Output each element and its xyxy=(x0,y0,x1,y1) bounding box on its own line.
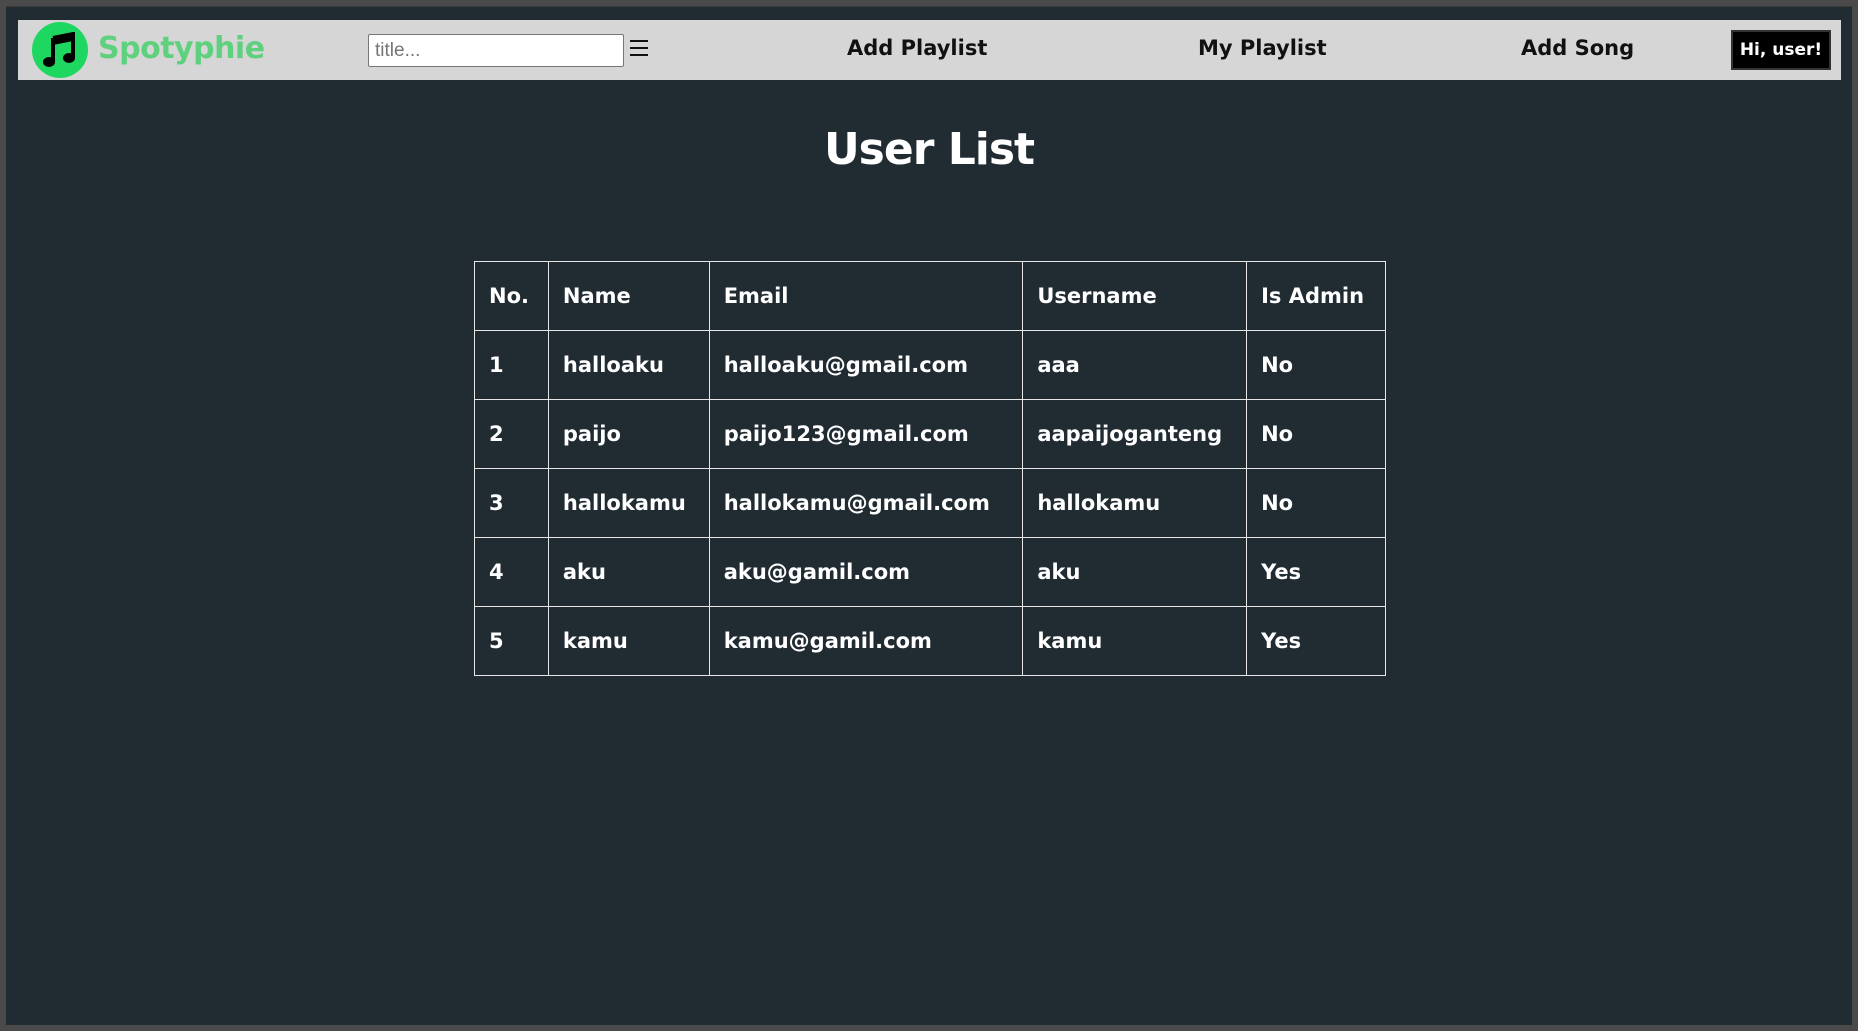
user-table: No. Name Email Username Is Admin 1 hallo… xyxy=(474,261,1386,676)
cell-no: 3 xyxy=(474,468,549,538)
nav-add-song[interactable]: Add Song xyxy=(1521,36,1634,60)
table-row: 5 kamu kamu@gamil.com kamu Yes xyxy=(474,606,1386,676)
cell-is-admin: Yes xyxy=(1246,606,1386,676)
cell-name: halloaku xyxy=(547,330,710,400)
column-header-is-admin: Is Admin xyxy=(1246,261,1386,331)
cell-name: hallokamu xyxy=(547,468,710,538)
nav-my-playlist[interactable]: My Playlist xyxy=(1198,36,1327,60)
cell-email: hallokamu@gmail.com xyxy=(708,468,1024,538)
cell-is-admin: No xyxy=(1246,330,1386,400)
cell-no: 1 xyxy=(474,330,549,400)
cell-name: kamu xyxy=(547,606,710,676)
logo[interactable] xyxy=(32,22,88,78)
cell-email: aku@gamil.com xyxy=(708,537,1024,607)
brand-name[interactable]: Spotyphie xyxy=(98,31,265,66)
column-header-name: Name xyxy=(547,261,710,331)
menu-icon[interactable] xyxy=(630,40,648,60)
cell-name: paijo xyxy=(547,399,710,469)
navbar: Spotyphie Add Playlist My Playlist Add S… xyxy=(18,20,1841,80)
cell-no: 5 xyxy=(474,606,549,676)
column-header-email: Email xyxy=(708,261,1024,331)
cell-is-admin: No xyxy=(1246,399,1386,469)
table-row: 4 aku aku@gamil.com aku Yes xyxy=(474,537,1386,607)
cell-username: aaa xyxy=(1022,330,1248,400)
cell-username: aku xyxy=(1022,537,1248,607)
cell-no: 4 xyxy=(474,537,549,607)
table-row: 2 paijo paijo123@gmail.com aapaijoganten… xyxy=(474,399,1386,469)
page-title: User List xyxy=(823,124,1035,175)
cell-email: halloaku@gmail.com xyxy=(708,330,1024,400)
cell-email: paijo123@gmail.com xyxy=(708,399,1024,469)
table-row: 1 halloaku halloaku@gmail.com aaa No xyxy=(474,330,1386,400)
cell-name: aku xyxy=(547,537,710,607)
nav-add-playlist[interactable]: Add Playlist xyxy=(847,36,987,60)
cell-email: kamu@gamil.com xyxy=(708,606,1024,676)
table-row: 3 hallokamu hallokamu@gmail.com hallokam… xyxy=(474,468,1386,538)
search-input[interactable] xyxy=(368,34,624,67)
cell-username: aapaijoganteng xyxy=(1022,399,1248,469)
cell-is-admin: No xyxy=(1246,468,1386,538)
app-window: Spotyphie Add Playlist My Playlist Add S… xyxy=(6,6,1852,1025)
table-header-row: No. Name Email Username Is Admin xyxy=(474,261,1386,331)
column-header-no: No. xyxy=(474,261,549,331)
music-note-icon xyxy=(43,32,75,67)
user-menu-button[interactable]: Hi, user! xyxy=(1731,30,1831,70)
cell-username: hallokamu xyxy=(1022,468,1248,538)
cell-is-admin: Yes xyxy=(1246,537,1386,607)
cell-no: 2 xyxy=(474,399,549,469)
cell-username: kamu xyxy=(1022,606,1248,676)
column-header-username: Username xyxy=(1022,261,1248,331)
